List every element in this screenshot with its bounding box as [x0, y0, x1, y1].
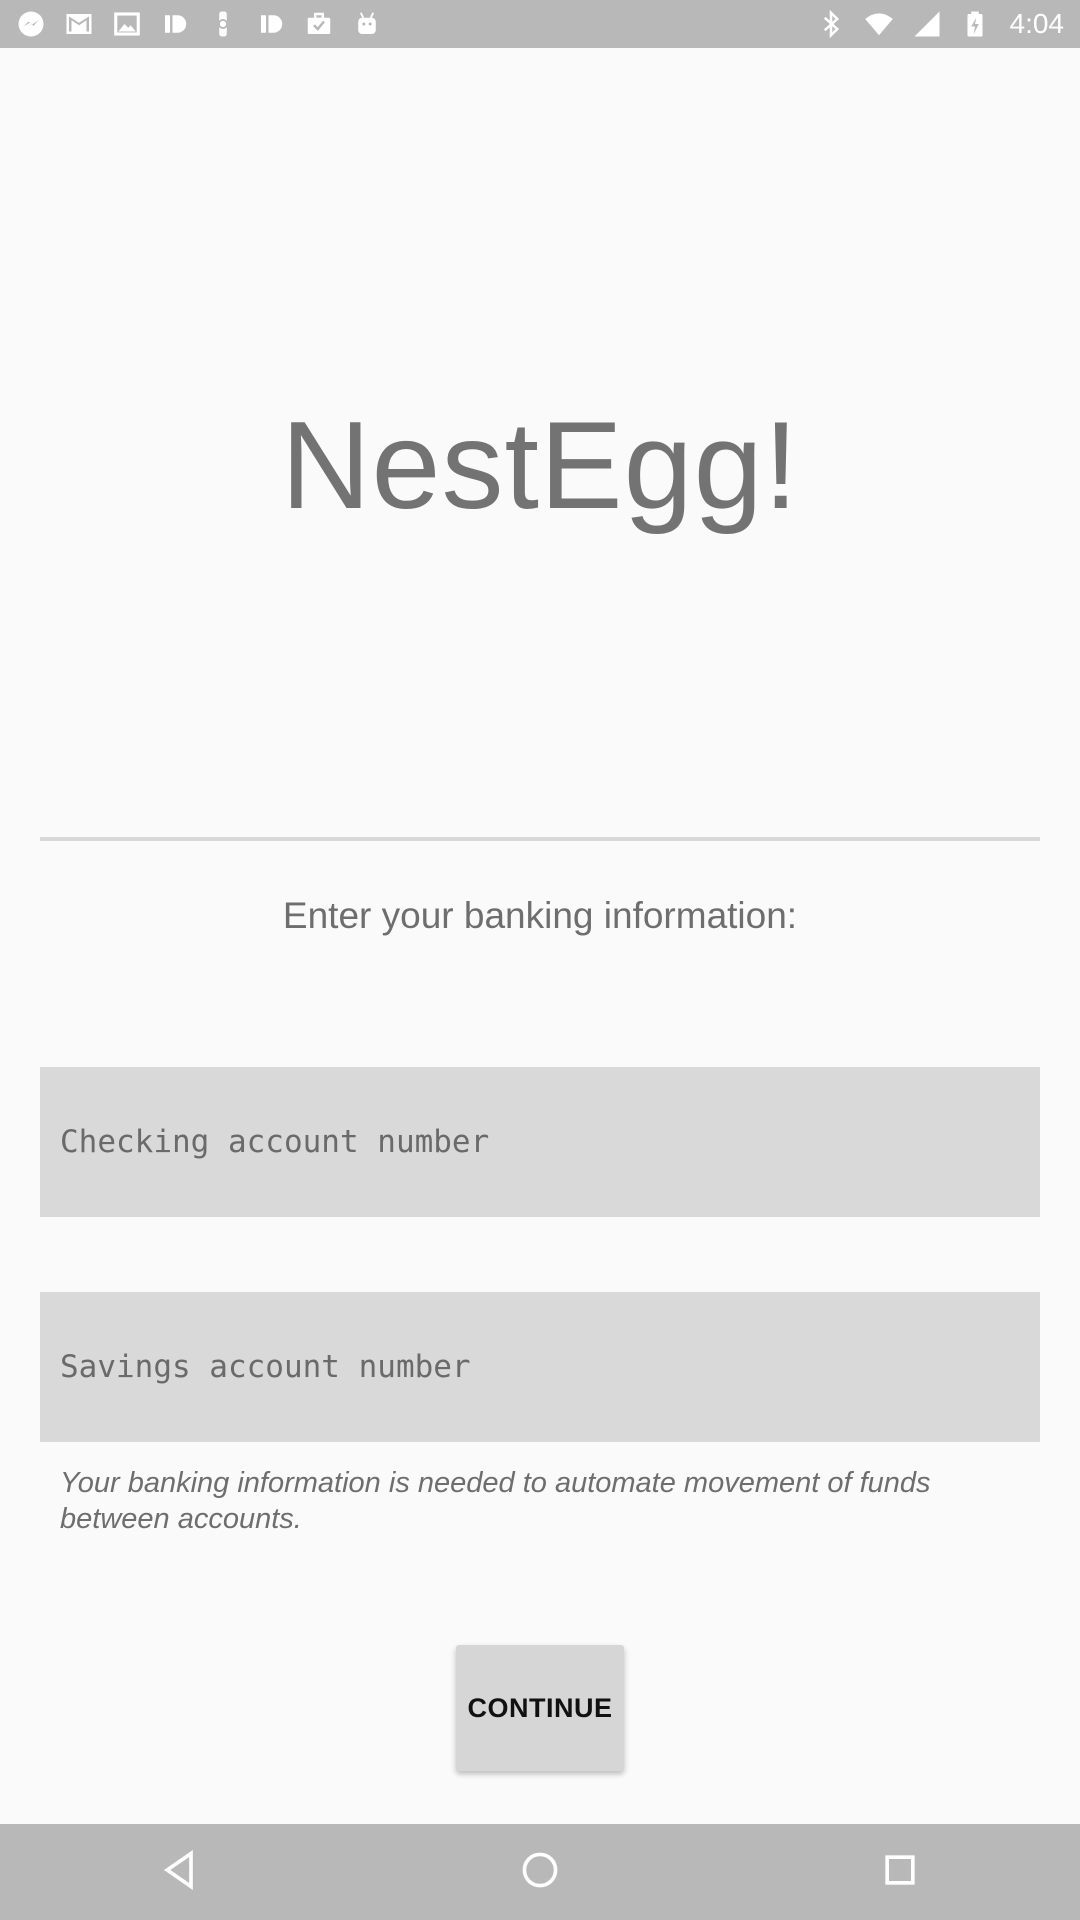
- status-bar: 4:04: [0, 0, 1080, 48]
- helper-text: Your banking information is needed to au…: [60, 1467, 931, 1535]
- app-title: NestEgg!: [280, 397, 800, 535]
- system-icons: 4:04: [816, 8, 1065, 40]
- recents-button[interactable]: [852, 1824, 948, 1920]
- wifi-icon: [864, 9, 894, 39]
- battery-charging-icon: [960, 9, 990, 39]
- gmail-icon: [64, 9, 94, 39]
- id-icon: [160, 9, 190, 39]
- checking-account-field[interactable]: [40, 1067, 1040, 1217]
- bluetooth-icon: [816, 9, 846, 39]
- id-icon: [256, 9, 286, 39]
- divider: [40, 837, 1040, 841]
- recents-icon: [878, 1848, 922, 1897]
- notification-icons: [16, 9, 382, 39]
- photos-icon: [112, 9, 142, 39]
- back-button[interactable]: [132, 1824, 228, 1920]
- home-button[interactable]: [492, 1824, 588, 1920]
- messenger-icon: [16, 9, 46, 39]
- back-icon: [158, 1848, 202, 1897]
- continue-button[interactable]: CONTINUE: [456, 1645, 624, 1771]
- banking-prompt: Enter your banking information:: [282, 895, 798, 936]
- briefcase-icon: [304, 9, 334, 39]
- savings-account-field[interactable]: [40, 1292, 1040, 1442]
- navigation-bar: [0, 1824, 1080, 1920]
- signal-icon: [912, 9, 942, 39]
- status-time: 4:04: [1009, 8, 1065, 39]
- home-icon: [518, 1848, 562, 1897]
- watch-icon: [208, 9, 238, 39]
- android-icon: [352, 9, 382, 39]
- screen: 4:04 NestEgg! Enter your banking informa…: [0, 0, 1080, 1920]
